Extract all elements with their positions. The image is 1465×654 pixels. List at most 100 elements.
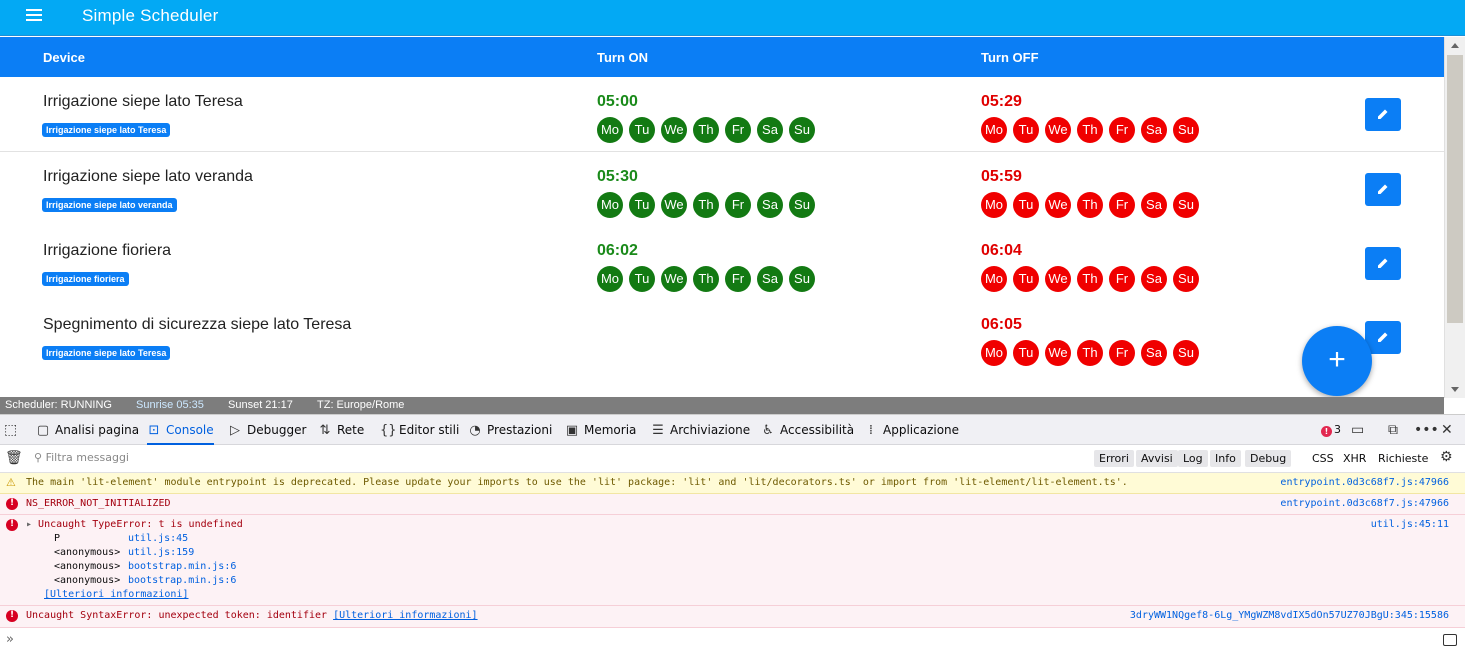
- day-chip: Su: [1173, 340, 1199, 366]
- day-chip: We: [661, 117, 687, 143]
- device-name: Spegnimento di sicurezza siepe lato Tere…: [43, 316, 352, 333]
- filter-warnings-button[interactable]: Avvisi: [1136, 450, 1178, 467]
- sunset-time: Sunset 21:17: [228, 399, 293, 411]
- app-title: Simple Scheduler: [82, 6, 219, 25]
- edit-button[interactable]: [1365, 247, 1401, 280]
- stack-frame: <anonymous> util.js:159: [54, 547, 194, 558]
- frame-location-link[interactable]: bootstrap.min.js:6: [128, 561, 236, 572]
- edit-button[interactable]: [1365, 173, 1401, 206]
- pencil-icon: [1378, 184, 1388, 194]
- sunrise-time: Sunrise 05:35: [136, 399, 204, 411]
- console-error[interactable]: ! NS_ERROR_NOT_INITIALIZED entrypoint.0d…: [0, 494, 1465, 515]
- tab-network[interactable]: ⇅ Rete: [318, 415, 365, 445]
- frame-location-link[interactable]: util.js:45: [128, 533, 188, 544]
- tab-label: Debugger: [247, 423, 307, 437]
- frame-location-link[interactable]: bootstrap.min.js:6: [128, 575, 236, 586]
- pencil-icon: [1378, 332, 1388, 342]
- filter-requests-button[interactable]: Richieste: [1378, 452, 1428, 465]
- more-options-icon[interactable]: •••: [1414, 422, 1439, 438]
- tab-accessibility[interactable]: ♿ Accessibilità: [761, 415, 854, 445]
- console-error[interactable]: ! ▸ Uncaught TypeError: t is undefined u…: [0, 515, 1465, 606]
- devtools-panel: ⬚ ▢ Analisi pagina ⊡ Console ▷ Debugger ⇅ Re…: [0, 414, 1465, 654]
- stack-frame: Putil.js:45: [54, 533, 188, 544]
- tab-storage[interactable]: ☰ Archiviazione: [651, 415, 750, 445]
- tab-performance[interactable]: ◔ Prestazioni: [468, 415, 552, 445]
- add-schedule-button[interactable]: +: [1302, 326, 1372, 396]
- sidebar-toggle-icon[interactable]: [1443, 634, 1457, 646]
- vertical-scrollbar[interactable]: [1444, 37, 1465, 398]
- day-chip: Th: [1077, 266, 1103, 292]
- message-text: Uncaught SyntaxError: unexpected token: …: [26, 610, 478, 621]
- on-time: 05:30: [597, 168, 638, 185]
- day-chip: Sa: [757, 266, 783, 292]
- console-warning[interactable]: ⚠ The main 'lit-element' module entrypoi…: [0, 473, 1465, 494]
- filter-debug-button[interactable]: Debug: [1245, 450, 1292, 467]
- scrollbar-thumb[interactable]: [1447, 55, 1463, 323]
- on-time: 06:02: [597, 242, 638, 259]
- devtools-toolbar: ⬚ ▢ Analisi pagina ⊡ Console ▷ Debugger ⇅ Re…: [0, 415, 1465, 445]
- console-error[interactable]: ! Uncaught SyntaxError: unexpected token…: [0, 606, 1465, 628]
- day-chip: Mo: [597, 192, 623, 218]
- more-info-link[interactable]: [Ulteriori informazioni]: [44, 589, 189, 600]
- tab-memory[interactable]: ▣ Memoria: [565, 415, 637, 445]
- tab-label: Rete: [337, 423, 365, 437]
- filter-input[interactable]: ⚲ Filtra messaggi: [34, 451, 129, 464]
- day-chip: Fr: [725, 266, 751, 292]
- filter-placeholder: Filtra messaggi: [45, 451, 129, 464]
- tab-label: Accessibilità: [780, 423, 855, 437]
- dock-icon[interactable]: ⧉: [1388, 422, 1398, 438]
- schedule-row[interactable]: Irrigazione siepe lato veranda Irrigazio…: [0, 152, 1444, 227]
- day-chip: Tu: [1013, 340, 1039, 366]
- frame-location-link[interactable]: util.js:159: [128, 547, 194, 558]
- schedule-row-partial[interactable]: [0, 374, 1444, 398]
- schedule-row[interactable]: Irrigazione siepe lato Teresa Irrigazion…: [0, 77, 1444, 152]
- memory-icon: ▣: [565, 423, 579, 438]
- day-chip: Th: [693, 192, 719, 218]
- filter-xhr-button[interactable]: XHR: [1343, 452, 1366, 465]
- tab-style-editor[interactable]: {} Editor stili: [380, 415, 459, 445]
- filter-css-button[interactable]: CSS: [1312, 452, 1334, 465]
- message-source-link[interactable]: 3dryWW1NQgef8-6Lg_YMgWZM8vdIX5dOn57UZ70J…: [1130, 610, 1449, 621]
- message-source-link[interactable]: entrypoint.0d3c68f7.js:47966: [1280, 498, 1449, 509]
- scroll-up-icon[interactable]: [1451, 43, 1459, 48]
- frame-function: <anonymous>: [54, 547, 121, 558]
- debugger-icon: ▷: [230, 423, 240, 438]
- tab-debugger[interactable]: ▷ Debugger: [228, 415, 306, 445]
- frame-function: P: [54, 533, 61, 544]
- tab-application[interactable]: ⁞ Applicazione: [864, 415, 959, 445]
- element-picker-icon[interactable]: ⬚: [4, 422, 17, 438]
- tab-inspector[interactable]: ▢ Analisi pagina: [36, 415, 139, 445]
- device-name: Irrigazione fioriera: [43, 242, 172, 259]
- expand-arrow-icon[interactable]: ▸: [26, 519, 38, 530]
- filter-log-button[interactable]: Log: [1178, 450, 1208, 467]
- message-source-link[interactable]: entrypoint.0d3c68f7.js:47966: [1280, 477, 1449, 488]
- split-console-icon[interactable]: ▭: [1351, 422, 1364, 438]
- on-time: 05:00: [597, 93, 638, 110]
- style-editor-icon: {}: [380, 423, 397, 438]
- day-chip: Fr: [1109, 117, 1135, 143]
- close-icon[interactable]: ✕: [1441, 422, 1453, 438]
- error-count-badge[interactable]: ! 3: [1321, 423, 1341, 437]
- device-name: Irrigazione siepe lato veranda: [43, 168, 253, 185]
- menu-icon[interactable]: [26, 9, 42, 23]
- console-input[interactable]: »: [0, 628, 1465, 654]
- day-chip: Fr: [725, 192, 751, 218]
- filter-errors-button[interactable]: Errori: [1094, 450, 1134, 467]
- schedule-row[interactable]: Irrigazione fioriera Irrigazione fiorier…: [0, 226, 1444, 301]
- trash-icon[interactable]: 🗑: [5, 450, 23, 466]
- app-header: Simple Scheduler: [0, 0, 1465, 36]
- edit-button[interactable]: [1365, 321, 1401, 354]
- more-info-link[interactable]: [Ulteriori informazioni]: [333, 610, 478, 621]
- console-icon: ⊡: [148, 423, 160, 438]
- stack-frame: <anonymous> bootstrap.min.js:6: [54, 575, 236, 586]
- filter-info-button[interactable]: Info: [1210, 450, 1241, 467]
- scroll-down-icon[interactable]: [1451, 387, 1459, 392]
- edit-button[interactable]: [1365, 98, 1401, 131]
- tab-console[interactable]: ⊡ Console: [147, 415, 214, 445]
- error-count: 3: [1334, 423, 1341, 436]
- day-chip: We: [1045, 266, 1071, 292]
- message-source-link[interactable]: util.js:45:11: [1371, 519, 1449, 530]
- schedule-row[interactable]: Spegnimento di sicurezza siepe lato Tere…: [0, 300, 1444, 375]
- settings-gear-icon[interactable]: ⚙: [1440, 449, 1453, 465]
- console-prompt-icon: »: [6, 632, 14, 647]
